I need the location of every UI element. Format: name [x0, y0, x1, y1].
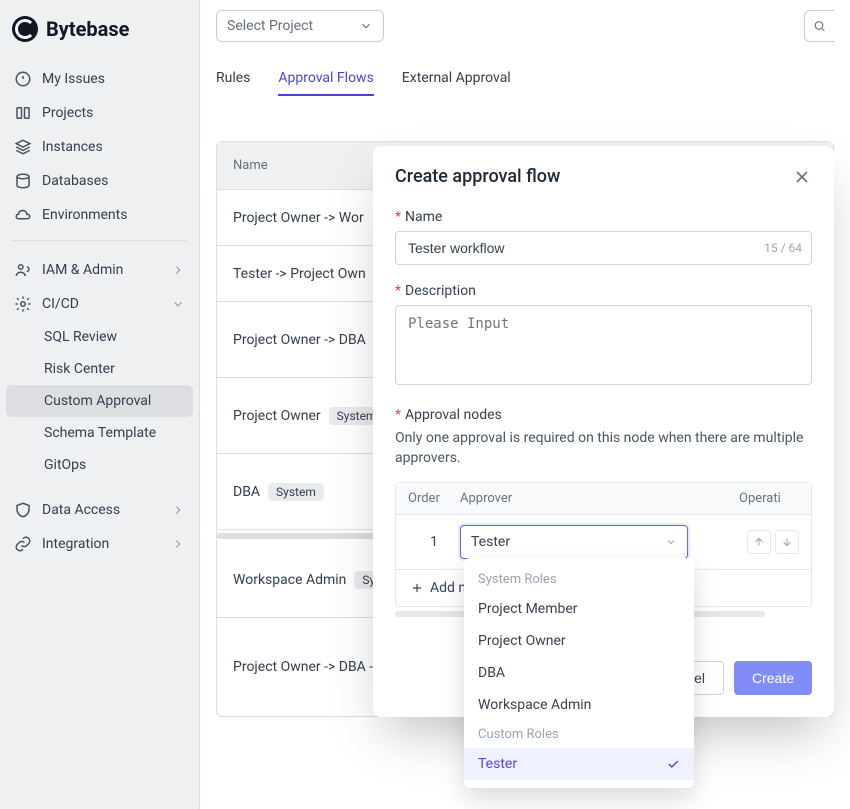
- subnav-sql-review[interactable]: SQL Review: [6, 321, 193, 353]
- arrow-down-icon: [781, 536, 793, 548]
- sidebar-label: CI/CD: [42, 296, 79, 312]
- logo-text: Bytebase: [46, 17, 129, 41]
- arrow-up-icon: [753, 536, 765, 548]
- system-badge: System: [268, 483, 324, 501]
- plus-icon: [410, 581, 424, 595]
- logo[interactable]: Bytebase: [0, 8, 199, 50]
- sidebar-item-environments[interactable]: Environments: [0, 198, 199, 232]
- char-count: 15 / 64: [764, 241, 802, 255]
- sidebar-item-databases[interactable]: Databases: [0, 164, 199, 198]
- logo-mark-icon: [12, 16, 38, 42]
- project-placeholder: Select Project: [227, 18, 313, 34]
- sidebar-item-data-access[interactable]: Data Access: [0, 493, 199, 527]
- dropdown-option-project-owner[interactable]: Project Owner: [464, 625, 694, 657]
- shield-icon: [14, 501, 32, 519]
- sidebar-label: Data Access: [42, 502, 120, 518]
- link-icon: [14, 535, 32, 553]
- sidebar-item-instances[interactable]: Instances: [0, 130, 199, 164]
- chevron-right-icon: [171, 537, 185, 551]
- tab-external-approval[interactable]: External Approval: [402, 62, 511, 96]
- node-order: 1: [408, 534, 460, 550]
- dropdown-group-label: Custom Roles: [464, 721, 694, 748]
- check-icon: [666, 757, 680, 771]
- chevron-down-icon: [359, 19, 373, 33]
- sidebar: Bytebase My Issues Projects Instances Da…: [0, 0, 200, 809]
- approval-nodes-label: *Approval nodes: [395, 407, 812, 423]
- sidebar-label: Integration: [42, 536, 109, 552]
- approval-nodes-hint: Only one approval is required on this no…: [395, 429, 812, 468]
- dropdown-option-workspace-admin[interactable]: Workspace Admin: [464, 689, 694, 721]
- sidebar-label: Instances: [42, 139, 103, 155]
- col-operations: Operati: [739, 491, 799, 506]
- sidebar-item-projects[interactable]: Projects: [0, 96, 199, 130]
- search-icon: [813, 18, 826, 34]
- divider: [12, 240, 187, 241]
- sidebar-label: Projects: [42, 105, 93, 121]
- subnav-gitops[interactable]: GitOps: [6, 449, 193, 481]
- approver-select[interactable]: Tester: [460, 525, 688, 559]
- col-approver: Approver: [460, 491, 739, 506]
- sidebar-label: My Issues: [42, 71, 105, 87]
- dropdown-group-label: System Roles: [464, 566, 694, 593]
- folder-icon: [14, 104, 32, 122]
- chevron-down-icon: [665, 536, 677, 548]
- move-up-button[interactable]: [747, 530, 771, 554]
- dropdown-option-project-member[interactable]: Project Member: [464, 593, 694, 625]
- dropdown-option-dba[interactable]: DBA: [464, 657, 694, 689]
- alert-icon: [14, 70, 32, 88]
- cloud-icon: [14, 206, 32, 224]
- sidebar-label: Databases: [42, 173, 108, 189]
- gear-icon: [14, 295, 32, 313]
- topbar: Select Project: [216, 10, 834, 42]
- modal-title: Create approval flow: [395, 166, 560, 187]
- sidebar-item-my-issues[interactable]: My Issues: [0, 62, 199, 96]
- users-icon: [14, 261, 32, 279]
- close-icon[interactable]: [792, 167, 812, 187]
- tab-rules[interactable]: Rules: [216, 62, 250, 96]
- subnav-schema-template[interactable]: Schema Template: [6, 417, 193, 449]
- tab-approval-flows[interactable]: Approval Flows: [278, 62, 373, 96]
- dropdown-option-tester[interactable]: Tester: [464, 748, 694, 780]
- subnav-custom-approval[interactable]: Custom Approval: [6, 385, 193, 417]
- move-down-button[interactable]: [775, 530, 799, 554]
- sidebar-item-iam[interactable]: IAM & Admin: [0, 253, 199, 287]
- database-icon: [14, 172, 32, 190]
- approver-dropdown: System Roles Project Member Project Owne…: [464, 558, 694, 788]
- description-label: *Description: [395, 283, 812, 299]
- chevron-right-icon: [171, 503, 185, 517]
- chevron-down-icon: [171, 297, 185, 311]
- create-button[interactable]: Create: [734, 661, 812, 695]
- col-order: Order: [408, 491, 460, 506]
- search-input[interactable]: [804, 10, 834, 42]
- subnav-risk-center[interactable]: Risk Center: [6, 353, 193, 385]
- sidebar-label: Environments: [42, 207, 127, 223]
- name-input[interactable]: [395, 231, 812, 265]
- project-selector[interactable]: Select Project: [216, 10, 384, 42]
- sidebar-label: IAM & Admin: [42, 262, 123, 278]
- chevron-right-icon: [171, 263, 185, 277]
- tabs: Rules Approval Flows External Approval: [216, 62, 834, 97]
- description-textarea[interactable]: [395, 305, 812, 385]
- layers-icon: [14, 138, 32, 156]
- sidebar-item-cicd[interactable]: CI/CD: [0, 287, 199, 321]
- name-label: *Name: [395, 209, 812, 225]
- approver-value: Tester: [471, 534, 510, 550]
- sidebar-item-integration[interactable]: Integration: [0, 527, 199, 561]
